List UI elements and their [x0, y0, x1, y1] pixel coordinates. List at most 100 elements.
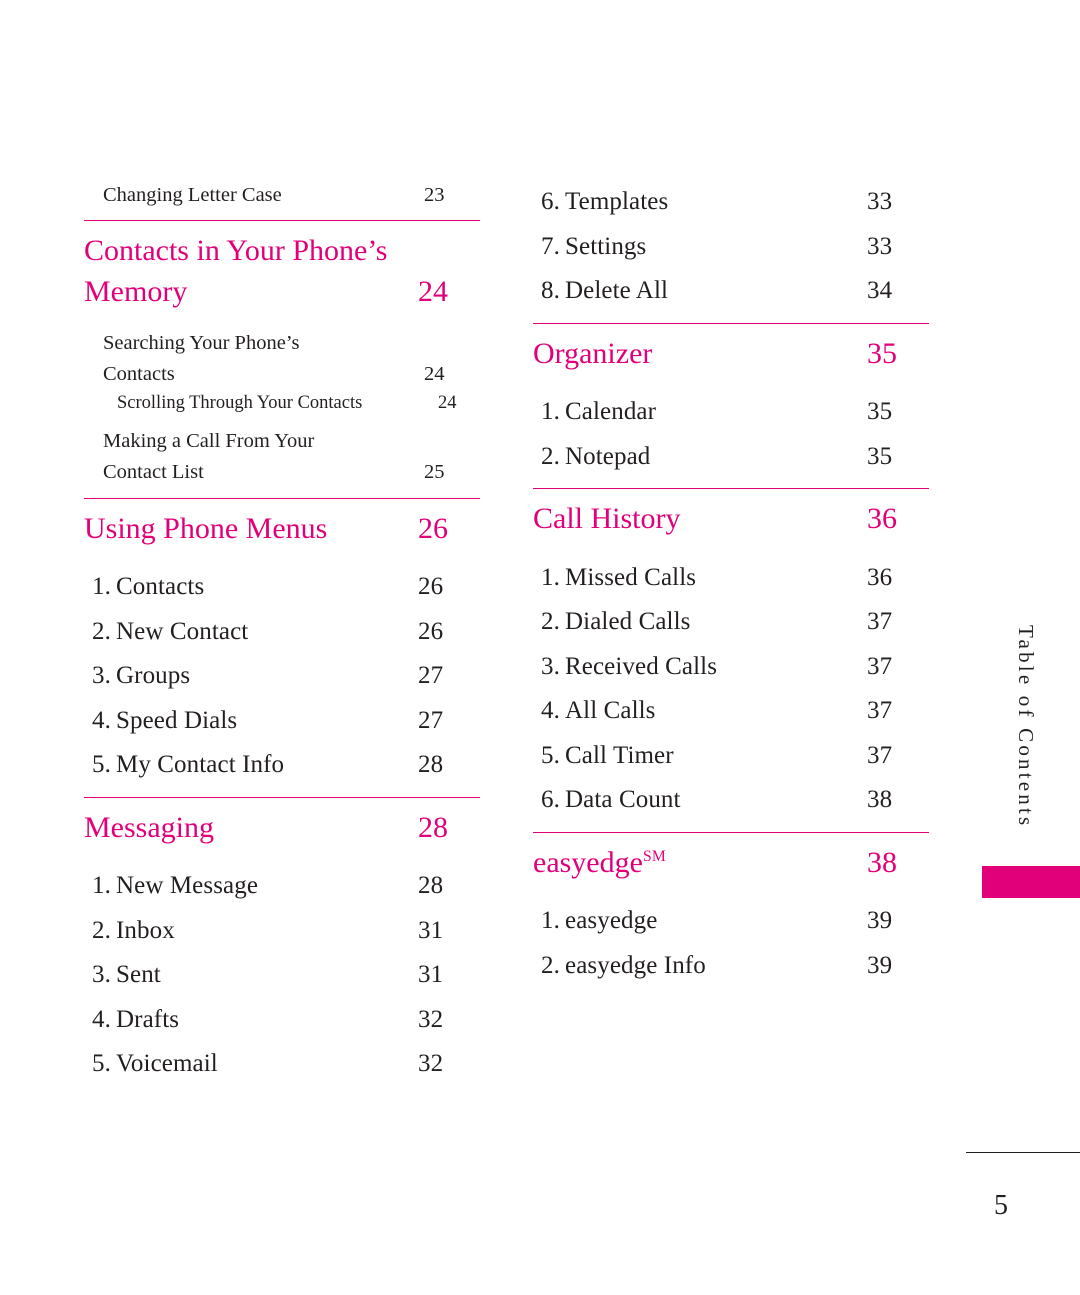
toc-entry[interactable]: 2. Inbox 31: [84, 909, 480, 954]
toc-entry-label: 1. New Message: [92, 864, 418, 909]
toc-entry-number: 4.: [92, 1005, 111, 1033]
toc-entry-label: 2. easyedge Info: [541, 944, 867, 989]
toc-entry-text: Contacts: [116, 573, 205, 601]
chapter-heading-messaging[interactable]: Messaging 28: [84, 808, 480, 849]
toc-entry-number: 2.: [92, 617, 111, 645]
toc-entry-text: Voicemail: [116, 1050, 218, 1078]
chapter-block-messaging: Messaging 28 1. New Message 28 2. Inbox 31…: [84, 808, 480, 1087]
toc-entry-text: Templates: [565, 188, 669, 215]
toc-entry[interactable]: 1. easyedge 39: [533, 899, 929, 944]
chapter-page: 28: [418, 810, 448, 844]
toc-entry-number: 2.: [541, 951, 560, 979]
service-mark-superscript: SM: [642, 847, 667, 865]
chapter-heading-organizer[interactable]: Organizer 35: [533, 334, 929, 375]
toc-entry-number: 3.: [92, 961, 111, 989]
footer-divider: [966, 1152, 1080, 1153]
chapter-page: 38: [867, 845, 897, 879]
toc-entry-page: 28: [418, 872, 444, 900]
section-divider: [533, 322, 929, 324]
toc-entry[interactable]: 2. easyedge Info 39: [533, 944, 929, 989]
toc-entry[interactable]: 1. Calendar 35: [533, 390, 929, 435]
toc-entry-number: 6.: [541, 786, 560, 813]
toc-entry-page: 24: [424, 363, 445, 386]
chapter-heading-contacts-memory[interactable]: Contacts in Your Phone’s Memory 24: [84, 231, 480, 312]
toc-entry[interactable]: 8. Delete All 34: [533, 269, 929, 314]
toc-entry[interactable]: 2. Dialed Calls 37: [533, 600, 929, 645]
toc-entry[interactable]: 1. New Message 28: [84, 864, 480, 909]
toc-entry[interactable]: 3. Received Calls 37: [533, 645, 929, 690]
toc-entry-page: 37: [867, 652, 893, 680]
toc-entry-label: 1. Calendar: [541, 390, 867, 435]
toc-entry[interactable]: Changing Letter Case 23: [84, 180, 480, 211]
toc-entry-text: Calendar: [565, 398, 657, 425]
toc-entry-number: 1.: [92, 872, 111, 900]
chapter-page: 36: [867, 502, 897, 535]
toc-entry-page: 39: [867, 907, 893, 934]
section-divider: [84, 796, 480, 798]
toc-entry-label: 6. Data Count: [541, 778, 867, 823]
section-divider: [533, 488, 929, 489]
toc-entry[interactable]: Scrolling Through Your Contacts 24: [84, 390, 480, 418]
toc-entry-number: 2.: [541, 442, 560, 470]
section-divider: [84, 497, 480, 499]
toc-entry-text: New Message: [116, 872, 259, 900]
toc-entry-text: My Contact Info: [116, 751, 285, 779]
chapter-heading-call-history[interactable]: Call History 36: [533, 499, 929, 540]
toc-entry[interactable]: 1. Missed Calls 36: [533, 556, 929, 601]
toc-entry-page: 31: [418, 916, 444, 944]
side-tab-label: Table of Contents: [1014, 625, 1038, 829]
toc-entry-text: easyedge Info: [565, 951, 706, 979]
chapter-block-call-history: Call History 36 1. Missed Calls 36 2. Dial…: [533, 499, 929, 823]
toc-entry[interactable]: Making a Call From Your Contact List 25: [84, 426, 480, 488]
toc-entry-page: 35: [867, 442, 893, 470]
toc-entry[interactable]: 3. Sent 31: [84, 953, 480, 998]
toc-entry-label: 2. Dialed Calls: [541, 600, 867, 645]
toc-entry[interactable]: 6. Templates 33: [533, 180, 929, 225]
toc-entry[interactable]: 5. Call Timer 37: [533, 734, 929, 779]
toc-entry-page: 27: [418, 662, 444, 690]
toc-entry[interactable]: 4. All Calls 37: [533, 689, 929, 734]
toc-entry[interactable]: 6. Data Count 38: [533, 778, 929, 823]
toc-entry-number: 3.: [541, 652, 560, 680]
toc-entry[interactable]: Searching Your Phone’s Contacts 24: [84, 328, 480, 390]
chapter-title: Using Phone Menus: [84, 511, 328, 545]
chapter-title: Organizer: [533, 336, 653, 370]
toc-entry-label: 4. All Calls: [541, 689, 867, 734]
toc-entry-page: 27: [418, 706, 444, 734]
toc-entry-page: 37: [867, 697, 893, 724]
toc-entry-text: Speed Dials: [116, 706, 238, 734]
toc-entry[interactable]: 7. Settings 33: [533, 225, 929, 270]
toc-entry[interactable]: 3. Groups 27: [84, 654, 480, 699]
chapter-title: easyedgeSM: [533, 843, 867, 884]
toc-entry-label: Changing Letter Case: [103, 184, 282, 206]
toc-entry-page: 37: [867, 608, 893, 635]
toc-entry-number: 5.: [92, 751, 111, 779]
toc-entry[interactable]: 2. Notepad 35: [533, 435, 929, 480]
toc-entry-page: 32: [418, 1005, 444, 1033]
toc-entry-text: Drafts: [116, 1005, 180, 1033]
toc-entry[interactable]: 5. Voicemail 32: [84, 1042, 480, 1087]
toc-entry-label: 8. Delete All: [541, 269, 867, 314]
toc-entry-label-line2: Contacts: [103, 363, 175, 386]
toc-entry[interactable]: 4. Drafts 32: [84, 998, 480, 1043]
toc-entry-label: 2. Notepad: [541, 435, 867, 480]
side-tab-marker: [982, 866, 1080, 898]
toc-entry-page: 25: [424, 461, 445, 484]
chapter-heading-easyedge[interactable]: easyedgeSM 38: [533, 843, 929, 884]
toc-entry-label: 2. Inbox: [92, 909, 418, 954]
toc-entry[interactable]: 4. Speed Dials 27: [84, 699, 480, 744]
toc-entry-number: 5.: [92, 1050, 111, 1078]
toc-entry-label: 5. Call Timer: [541, 734, 867, 779]
toc-entry-text: Dialed Calls: [565, 608, 691, 635]
toc-entry[interactable]: 2. New Contact 26: [84, 610, 480, 655]
toc-entry[interactable]: 1. Contacts 26: [84, 565, 480, 610]
toc-entry-text: New Contact: [116, 617, 249, 645]
toc-entry-text: Data Count: [565, 786, 681, 813]
toc-entry[interactable]: 5. My Contact Info 28: [84, 743, 480, 788]
chapter-title-text: easyedge: [533, 845, 643, 879]
toc-entry-label: 1. easyedge: [541, 899, 867, 944]
toc-entry-number: 2.: [541, 608, 560, 635]
toc-entry-label: 5. My Contact Info: [92, 743, 418, 788]
toc-entry-page: 33: [867, 232, 893, 260]
chapter-heading-using-phone-menus[interactable]: Using Phone Menus 26: [84, 509, 480, 550]
